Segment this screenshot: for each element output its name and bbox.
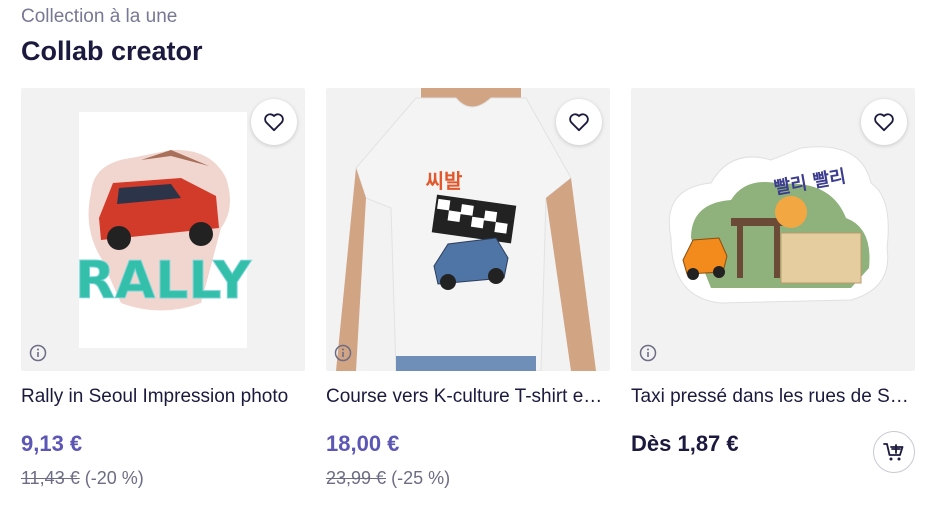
product-name[interactable]: Taxi pressé dans les rues de Séoul Stick… [631, 386, 915, 408]
product-price: Dès 1,87 € [631, 431, 739, 456]
heart-icon [874, 113, 894, 132]
product-card[interactable]: 빨리 빨리 Taxi pressé dans les rues de Séoul… [631, 88, 915, 508]
product-price: 18,00 € [326, 431, 400, 456]
product-name[interactable]: Rally in Seoul Impression photo [21, 386, 305, 408]
product-image[interactable]: RALLY [21, 88, 305, 371]
favorite-button[interactable] [251, 99, 297, 145]
section-eyebrow: Collection à la une [21, 6, 178, 27]
favorite-button[interactable] [861, 99, 907, 145]
heart-icon [569, 113, 589, 132]
original-price: 23,99 € [326, 468, 387, 488]
discount-label: (-25 %) [391, 468, 451, 488]
info-icon[interactable] [639, 344, 657, 362]
heart-icon [264, 113, 284, 132]
product-image[interactable]: 씨발 [326, 88, 610, 371]
favorite-button[interactable] [556, 99, 602, 145]
add-to-cart-icon [883, 443, 904, 461]
artwork-text: RALLY [75, 251, 252, 311]
product-card[interactable]: RALLY Rally in Seoul Impression photo 9,… [21, 88, 305, 508]
artwork-text: 씨발 [426, 169, 463, 193]
discount-label: (-20 %) [84, 468, 144, 488]
section-title: Collab creator [21, 36, 203, 66]
product-price: 9,13 € [21, 431, 83, 456]
product-card[interactable]: 씨발 Course vers K-culture T-shirt essenti… [326, 88, 610, 508]
info-icon[interactable] [29, 344, 47, 362]
add-to-cart-button[interactable] [873, 431, 915, 473]
original-price: 11,43 € [21, 468, 80, 488]
product-old-price: 23,99 € (-25 %) [326, 468, 450, 489]
product-name[interactable]: Course vers K-culture T-shirt essentiel [326, 386, 610, 408]
product-image[interactable]: 빨리 빨리 [631, 88, 915, 371]
info-icon[interactable] [334, 344, 352, 362]
product-old-price: 11,43 € (-20 %) [21, 468, 144, 489]
